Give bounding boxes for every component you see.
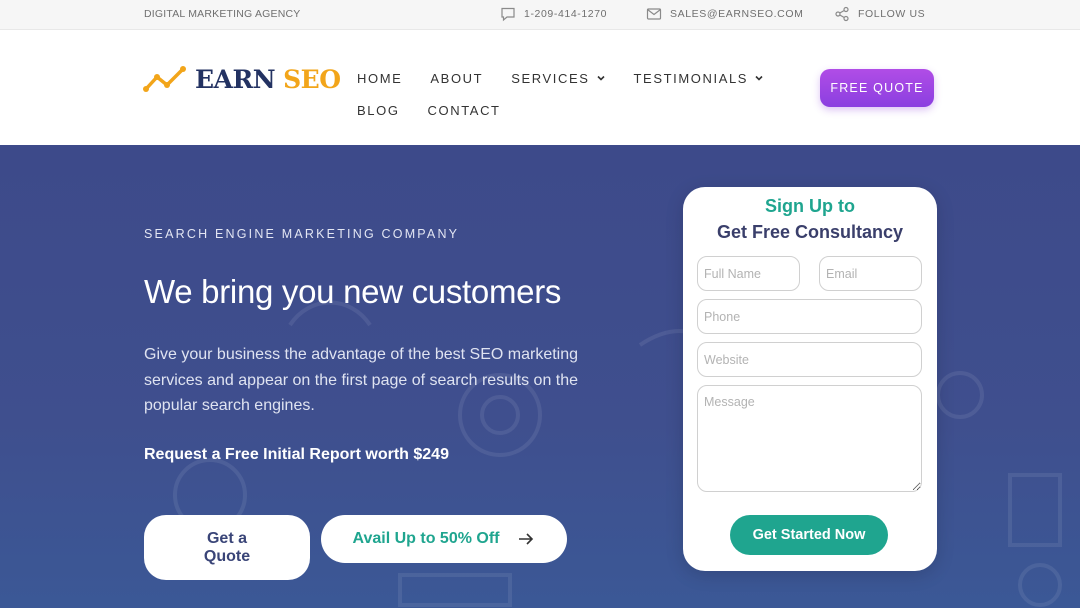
nav-testimonials-label: TESTIMONIALS bbox=[633, 70, 749, 86]
site-logo[interactable]: EARN SEO bbox=[143, 63, 341, 95]
share-icon bbox=[835, 6, 849, 22]
nav-about[interactable]: ABOUT bbox=[430, 71, 483, 86]
phone-contact[interactable]: 1-209-414-1270 bbox=[500, 6, 607, 22]
phone-field[interactable] bbox=[697, 299, 922, 334]
main-nav: HOME ABOUT SERVICES TESTIMONIALS BLOG CO… bbox=[357, 62, 777, 126]
chevron-down-icon bbox=[755, 75, 763, 81]
message-field[interactable] bbox=[697, 385, 922, 492]
get-a-quote-label: Get a Quote bbox=[203, 529, 251, 565]
form-title-line1: Sign Up to bbox=[765, 196, 855, 216]
nav-services-label: SERVICES bbox=[511, 70, 590, 86]
chat-bubble-icon bbox=[501, 7, 515, 22]
nav-about-label: ABOUT bbox=[430, 70, 484, 86]
form-title-line2: Get Free Consultancy bbox=[716, 222, 904, 242]
site-header: EARN SEO HOME ABOUT SERVICES TESTIMONIAL… bbox=[0, 30, 1080, 145]
top-bar: DIGITAL MARKETING AGENCY 1-209-414-1270 … bbox=[0, 0, 1080, 30]
nav-blog[interactable]: BLOG bbox=[357, 103, 400, 118]
agency-tagline: DIGITAL MARKETING AGENCY bbox=[144, 8, 301, 20]
free-report-offer: Request a Free Initial Report worth $249 bbox=[144, 446, 449, 463]
full-name-field[interactable] bbox=[697, 256, 800, 291]
avail-discount-button[interactable]: Avail Up to 50% Off bbox=[321, 515, 567, 563]
free-quote-button[interactable]: FREE QUOTE bbox=[820, 69, 934, 107]
nav-home-label: HOME bbox=[357, 70, 403, 86]
nav-contact[interactable]: CONTACT bbox=[428, 103, 501, 118]
hero-eyebrow: SEARCH ENGINE MARKETING COMPANY bbox=[144, 227, 460, 241]
nav-blog-label: BLOG bbox=[357, 102, 400, 118]
hero-description: Give your business the advantage of the … bbox=[144, 346, 579, 414]
phone-number[interactable]: 1-209-414-1270 bbox=[524, 8, 607, 20]
hero-headline: We bring you new customers bbox=[144, 273, 562, 310]
get-a-quote-button[interactable]: Get a Quote bbox=[144, 515, 310, 580]
email-contact[interactable]: SALES@EARNSEO.COM bbox=[646, 6, 803, 22]
email-field[interactable] bbox=[819, 256, 922, 291]
avail-discount-label: Avail Up to 50% Off bbox=[352, 530, 500, 547]
follow-us-label[interactable]: FOLLOW US bbox=[858, 8, 925, 20]
growth-chart-icon bbox=[143, 66, 186, 92]
follow-us[interactable]: FOLLOW US bbox=[834, 6, 925, 22]
chevron-down-icon bbox=[596, 75, 605, 81]
get-started-button[interactable]: Get Started Now bbox=[730, 515, 888, 555]
envelope-icon bbox=[646, 8, 662, 20]
nav-contact-label: CONTACT bbox=[427, 102, 501, 118]
hero-section: SEARCH ENGINE MARKETING COMPANY We bring… bbox=[0, 145, 1080, 608]
email-address[interactable]: SALES@EARNSEO.COM bbox=[670, 8, 803, 20]
arrow-right-icon bbox=[519, 533, 534, 545]
logo-word-earn: EARN bbox=[195, 64, 276, 94]
nav-services[interactable]: SERVICES bbox=[511, 71, 605, 86]
logo-word-seo: SEO bbox=[283, 64, 341, 94]
nav-testimonials[interactable]: TESTIMONIALS bbox=[634, 71, 765, 86]
website-field[interactable] bbox=[697, 342, 922, 377]
nav-home[interactable]: HOME bbox=[357, 71, 402, 86]
consultancy-form-card: Sign Up to Get Free Consultancy Get Star… bbox=[683, 187, 937, 571]
